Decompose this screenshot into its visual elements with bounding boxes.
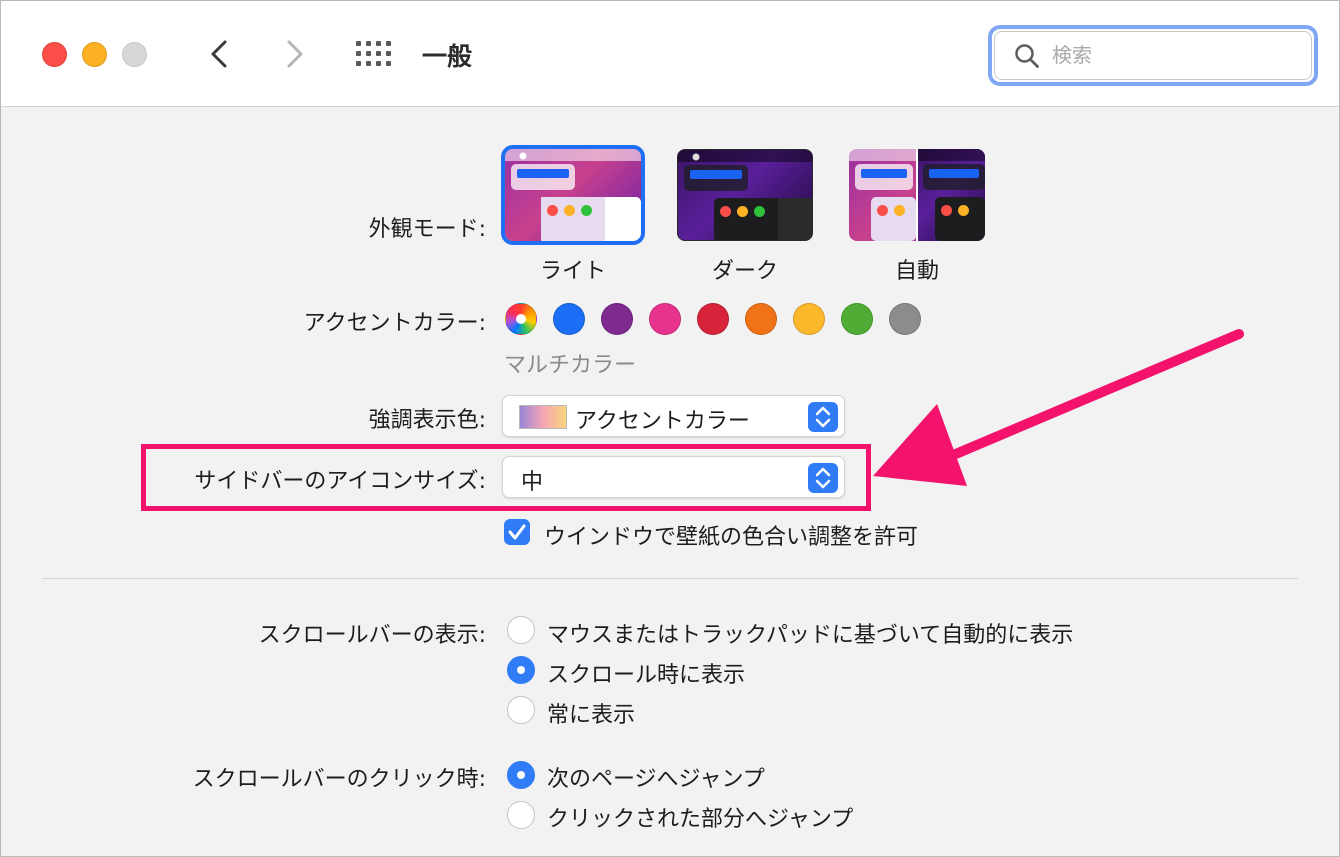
highlight-color-value: アクセントカラー <box>575 409 750 434</box>
wallpaper-tinting-checkbox[interactable] <box>504 519 530 545</box>
scrollbars-auto-radio[interactable] <box>507 616 535 644</box>
accent-color-multicolor[interactable] <box>505 303 537 335</box>
accent-color-swatch[interactable] <box>553 303 585 335</box>
search-field[interactable] <box>988 25 1318 86</box>
chevron-left-icon <box>211 40 227 68</box>
appearance-light-option[interactable] <box>501 145 645 245</box>
scrollbars-always-label: 常に表示 <box>547 703 636 728</box>
highlight-color-popup[interactable]: アクセントカラー <box>502 395 845 437</box>
accent-color-swatch[interactable] <box>841 303 873 335</box>
jump-clicked-spot-label: クリックされた部分へジャンプ <box>547 807 854 832</box>
jump-next-page-label: 次のページへジャンプ <box>547 767 765 792</box>
accent-color-swatch[interactable] <box>889 303 921 335</box>
accent-color-swatch[interactable] <box>601 303 633 335</box>
click-scrollbar-label: スクロールバーのクリック時: <box>192 767 486 792</box>
toolbar: 一般 <box>1 1 1339 107</box>
appearance-dark-label: ダーク <box>711 259 778 284</box>
show-scrollbars-label: スクロールバーの表示: <box>258 623 486 648</box>
close-window-button[interactable] <box>42 42 67 67</box>
appearance-auto-label: 自動 <box>894 259 939 284</box>
jump-clicked-spot-radio[interactable] <box>507 801 535 829</box>
appearance-label: 外観モード: <box>368 217 486 242</box>
accent-color-label: アクセントカラー: <box>303 311 486 336</box>
wallpaper-tinting-label: ウインドウで壁紙の色合い調整を許可 <box>544 525 919 550</box>
section-divider <box>42 578 1298 579</box>
back-button[interactable] <box>205 37 233 71</box>
forward-button[interactable] <box>281 37 309 71</box>
jump-next-page-radio[interactable] <box>507 761 535 789</box>
show-all-grid-icon[interactable] <box>356 41 392 69</box>
highlight-color-chip <box>519 405 567 429</box>
search-icon <box>1015 44 1039 68</box>
system-preferences-window: 一般 外観モード: ライト ダーク <box>0 0 1340 857</box>
chevron-right-icon <box>287 40 303 68</box>
accent-color-swatch[interactable] <box>697 303 729 335</box>
accent-color-name: マルチカラー <box>504 353 637 378</box>
appearance-dark-option[interactable] <box>677 149 813 241</box>
search-input[interactable] <box>1052 41 1292 69</box>
apple-logo-icon <box>692 153 700 161</box>
scrollbars-when-scrolling-label: スクロール時に表示 <box>547 663 746 688</box>
appearance-auto-option[interactable] <box>849 149 985 241</box>
highlight-color-label: 強調表示色: <box>368 408 486 433</box>
scrollbars-always-radio[interactable] <box>507 696 535 724</box>
appearance-light-label: ライト <box>539 259 606 284</box>
apple-logo-icon <box>519 152 527 160</box>
scrollbars-auto-label: マウスまたはトラックパッドに基づいて自動的に表示 <box>547 623 1074 648</box>
accent-color-swatch[interactable] <box>649 303 681 335</box>
minimize-window-button[interactable] <box>82 42 107 67</box>
accent-color-swatch[interactable] <box>793 303 825 335</box>
page-title: 一般 <box>422 42 473 71</box>
scrollbars-when-scrolling-radio[interactable] <box>507 656 535 684</box>
up-down-chevron-icon <box>808 402 838 432</box>
annotation-highlight-box <box>141 444 871 511</box>
accent-color-swatch[interactable] <box>745 303 777 335</box>
checkmark-icon <box>508 524 526 540</box>
zoom-window-button[interactable] <box>122 42 147 67</box>
